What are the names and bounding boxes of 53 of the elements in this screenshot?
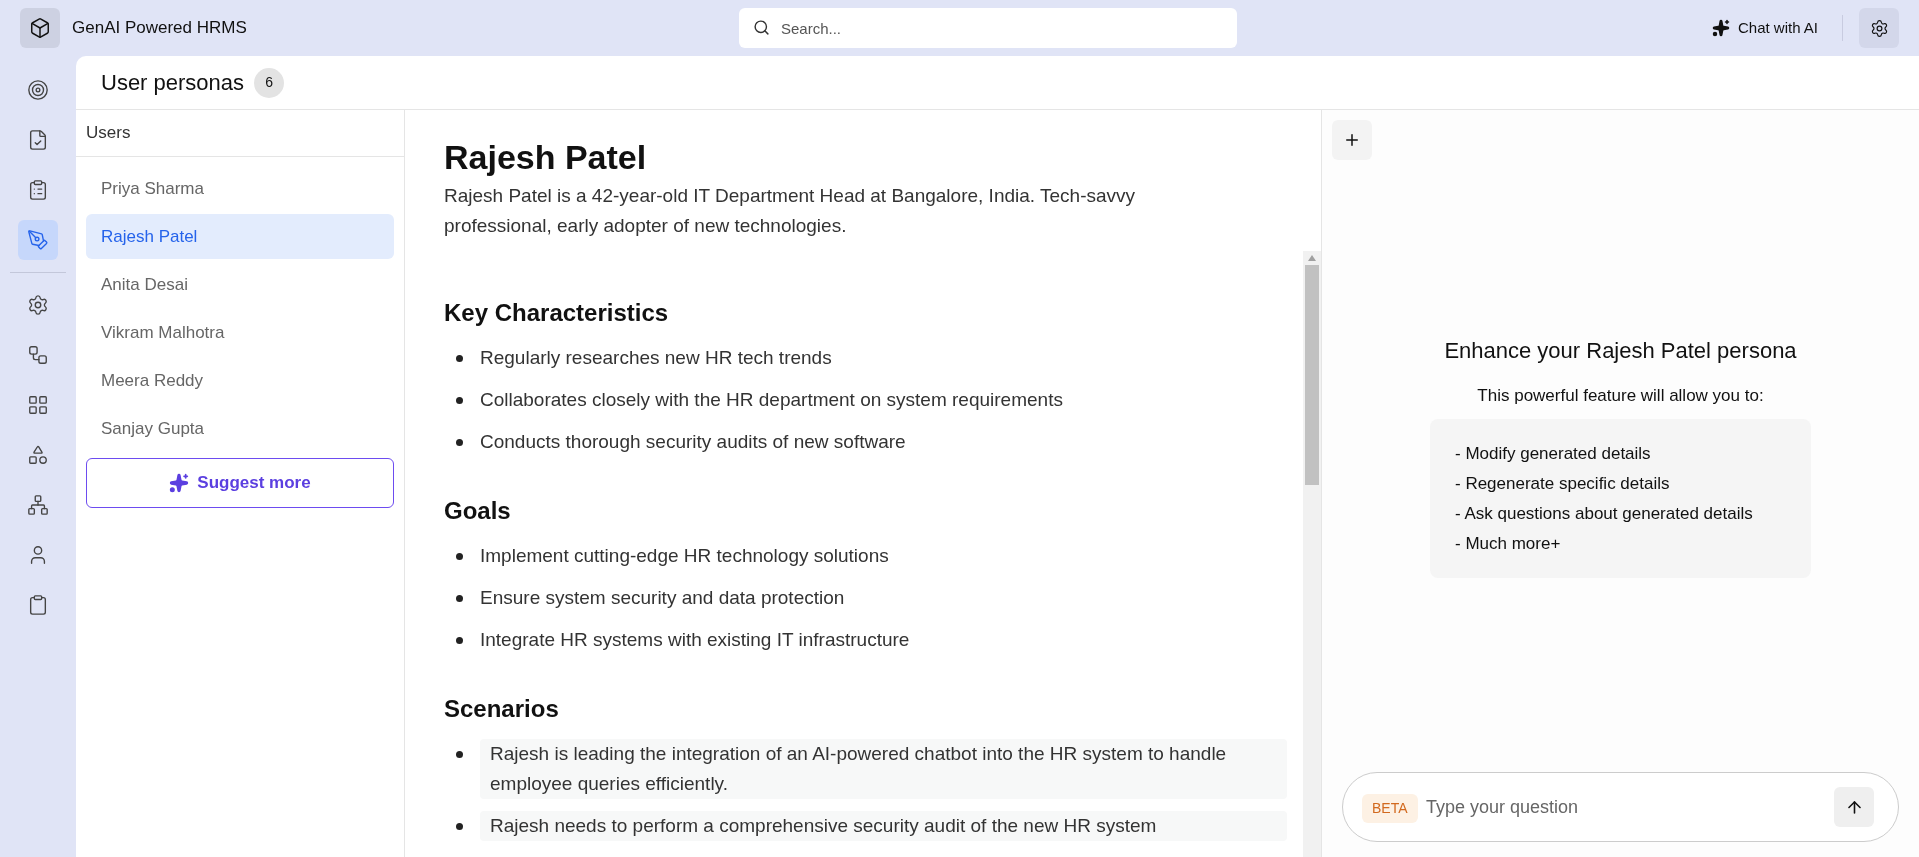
feature-item: - Modify generated details xyxy=(1455,442,1652,465)
add-button[interactable] xyxy=(1332,120,1372,160)
settings-icon xyxy=(1869,18,1889,38)
bullet-text: Regularly researches new HR tech trends xyxy=(480,345,833,370)
feature-item: - Ask questions about generated details xyxy=(1455,502,1754,525)
user-list-item[interactable]: Priya Sharma xyxy=(86,166,394,211)
target-icon xyxy=(27,79,49,101)
clipboard-list-icon xyxy=(27,179,49,201)
bullet-text: Collaborates closely with the HR department on system requirements xyxy=(480,387,1064,412)
clipboard-icon xyxy=(27,594,49,616)
scrollbar[interactable] xyxy=(1303,250,1321,857)
persona-count-badge: 6 xyxy=(254,67,285,98)
bullet-text: Implement cutting-edge HR technology solutions xyxy=(480,543,890,568)
user-list-item[interactable]: Meera Reddy xyxy=(86,358,394,403)
search-icon xyxy=(752,19,770,36)
section-heading: Goals xyxy=(444,495,512,526)
section-heading: Scenarios xyxy=(444,693,560,724)
persona-name: Rajesh Patel xyxy=(444,137,648,178)
beta-badge: BETA xyxy=(1362,794,1418,823)
bullet-text: Rajesh is leading the integration of an AI-powered chatbot into the HR system to handle employee queries efficiently. xyxy=(480,738,1287,799)
send-button[interactable] xyxy=(1834,787,1874,827)
section-heading: Key Characteristics xyxy=(444,297,670,328)
suggest-more-button[interactable]: Suggest more xyxy=(86,458,394,508)
settings-icon xyxy=(27,294,49,316)
bullet-text: Rajesh needs to perform a comprehensive security audit of the new HR system xyxy=(480,810,1287,841)
nav-pen-tool-button[interactable] xyxy=(18,220,58,260)
feature-item: - Much more+ xyxy=(1455,532,1562,555)
users-heading: Users xyxy=(76,110,404,157)
shapes-icon xyxy=(27,444,49,466)
sparkles-icon xyxy=(169,473,190,493)
persona-summary: Rajesh Patel is a 42-year-old IT Department Head at Bangalore, India. Tech-savvy professional, early adopter of new technologies. xyxy=(444,183,1137,238)
enhance-subtitle: This powerful feature will allow you to: xyxy=(1477,385,1764,408)
user-list-item[interactable]: Rajesh Patel xyxy=(86,214,394,259)
chat-with-ai-button[interactable]: Chat with AI xyxy=(1703,10,1826,46)
sparkles-icon xyxy=(1711,19,1730,37)
feature-item: - Regenerate specific details xyxy=(1455,472,1671,495)
plus-icon xyxy=(1343,131,1361,149)
bullet-text: Conducts thorough security audits of new software xyxy=(480,429,907,454)
enhance-title: Enhance your Rajesh Patel persona xyxy=(1444,337,1797,366)
page-title: User personas xyxy=(101,69,245,97)
user-list-item[interactable]: Vikram Malhotra xyxy=(86,310,394,355)
blocks-icon xyxy=(27,394,49,416)
app-logo-icon xyxy=(20,8,60,48)
settings-button[interactable] xyxy=(1859,8,1899,48)
user-list-item[interactable]: Anita Desai xyxy=(86,262,394,307)
pen-tool-icon xyxy=(27,229,49,251)
hierarchy-icon xyxy=(27,494,49,516)
user-list-item[interactable]: Sanjay Gupta xyxy=(86,406,394,451)
bullet-text: Integrate HR systems with existing IT infrastructure xyxy=(480,627,911,652)
search-field[interactable]: Search... xyxy=(738,8,1237,48)
document-icon xyxy=(27,129,49,151)
app-title: GenAI Powered HRMS xyxy=(72,17,248,40)
bullet-text: Ensure system security and data protection xyxy=(480,585,846,610)
